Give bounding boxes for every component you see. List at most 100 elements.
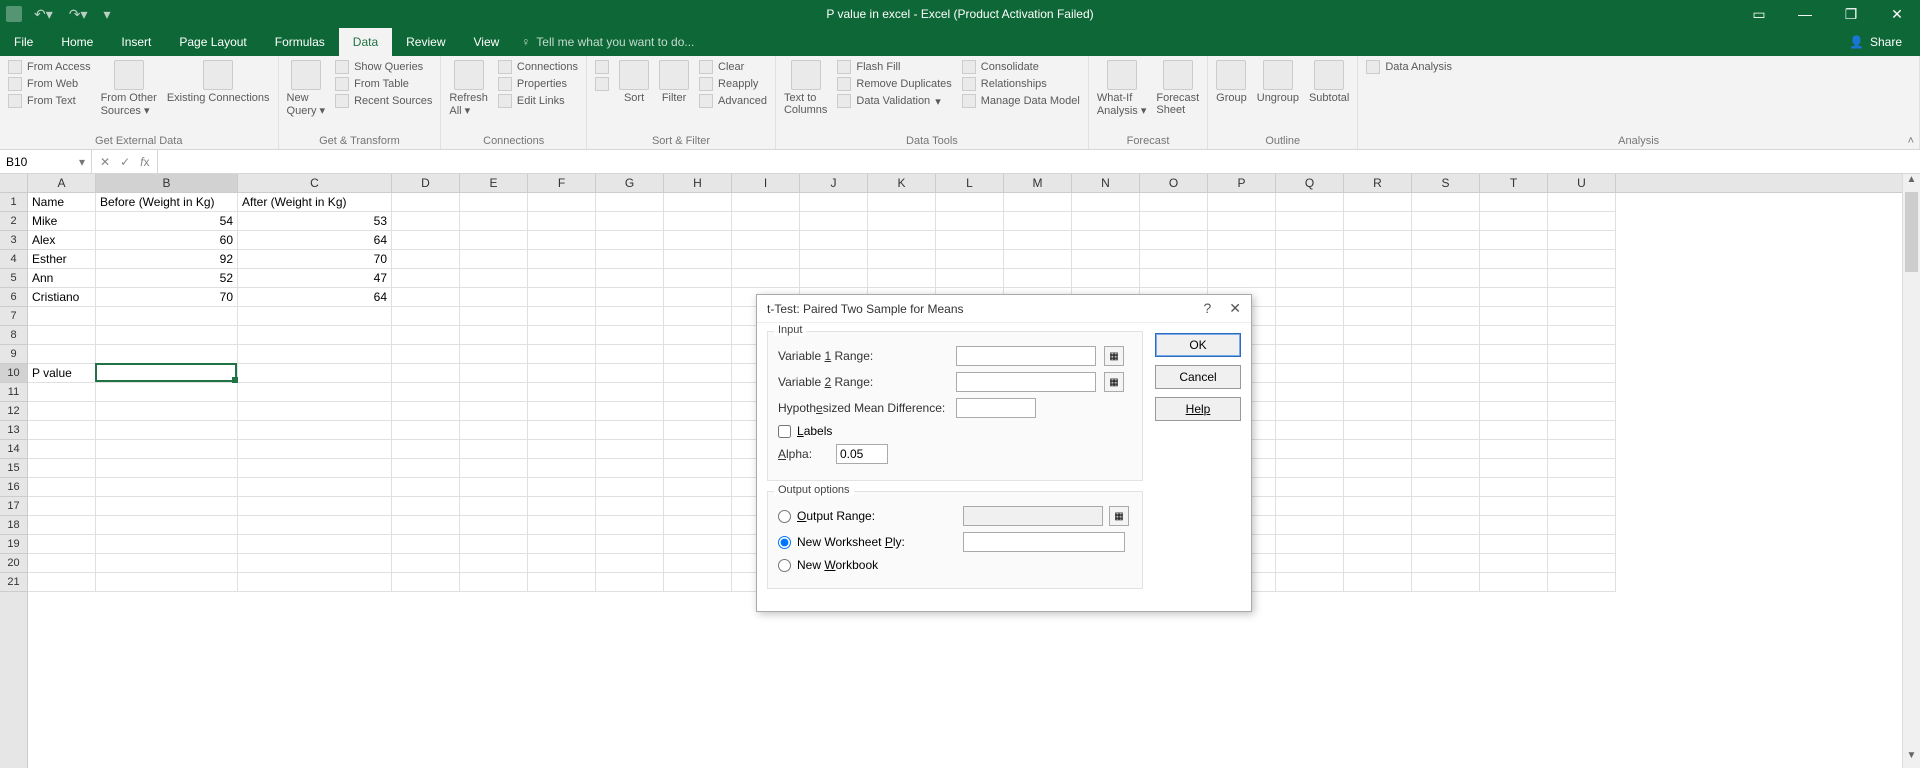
cell-C8[interactable] [238,326,392,345]
labels-checkbox[interactable] [778,425,791,438]
cell-A9[interactable] [28,345,96,364]
cell-U4[interactable] [1548,250,1616,269]
cell-I5[interactable] [732,269,800,288]
cell-F13[interactable] [528,421,596,440]
tab-view[interactable]: View [460,28,514,56]
cell-A12[interactable] [28,402,96,421]
cell-U3[interactable] [1548,231,1616,250]
cell-E9[interactable] [460,345,528,364]
row-header-3[interactable]: 3 [0,231,27,250]
tab-file[interactable]: File [0,28,47,56]
cell-H2[interactable] [664,212,732,231]
cell-G21[interactable] [596,573,664,592]
var1-input[interactable] [956,346,1096,366]
edit-links-button[interactable]: Edit Links [498,94,578,108]
cell-C13[interactable] [238,421,392,440]
cell-T19[interactable] [1480,535,1548,554]
cell-J4[interactable] [800,250,868,269]
cell-Q20[interactable] [1276,554,1344,573]
vertical-scrollbar[interactable]: ▲ ▼ [1902,174,1920,768]
cell-T6[interactable] [1480,288,1548,307]
cell-B18[interactable] [96,516,238,535]
cell-L4[interactable] [936,250,1004,269]
cell-L3[interactable] [936,231,1004,250]
cell-U14[interactable] [1548,440,1616,459]
manage-data-model-button[interactable]: Manage Data Model [962,94,1080,108]
cell-R1[interactable] [1344,193,1412,212]
cell-T15[interactable] [1480,459,1548,478]
cell-B8[interactable] [96,326,238,345]
save-icon[interactable] [6,6,22,22]
cell-F10[interactable] [528,364,596,383]
cell-H7[interactable] [664,307,732,326]
show-queries-button[interactable]: Show Queries [335,60,432,74]
cell-H6[interactable] [664,288,732,307]
cancel-formula-icon[interactable]: ✕ [100,155,110,169]
cell-G20[interactable] [596,554,664,573]
ok-button[interactable]: OK [1155,333,1241,357]
cell-E4[interactable] [460,250,528,269]
cell-D7[interactable] [392,307,460,326]
cell-Q5[interactable] [1276,269,1344,288]
cell-A3[interactable]: Alex [28,231,96,250]
cell-F9[interactable] [528,345,596,364]
cell-I1[interactable] [732,193,800,212]
tab-data[interactable]: Data [339,28,392,56]
cell-U17[interactable] [1548,497,1616,516]
cell-I3[interactable] [732,231,800,250]
data-analysis-button[interactable]: Data Analysis [1366,60,1452,74]
cell-Q9[interactable] [1276,345,1344,364]
row-header-16[interactable]: 16 [0,478,27,497]
cell-S17[interactable] [1412,497,1480,516]
cell-S8[interactable] [1412,326,1480,345]
cell-E12[interactable] [460,402,528,421]
cell-O1[interactable] [1140,193,1208,212]
from-table-button[interactable]: From Table [335,77,432,91]
formula-input[interactable] [158,150,1920,173]
cell-U6[interactable] [1548,288,1616,307]
cell-K2[interactable] [868,212,936,231]
cell-P2[interactable] [1208,212,1276,231]
cell-U16[interactable] [1548,478,1616,497]
column-header-G[interactable]: G [596,174,664,192]
cell-Q19[interactable] [1276,535,1344,554]
row-header-6[interactable]: 6 [0,288,27,307]
cell-T14[interactable] [1480,440,1548,459]
cell-O5[interactable] [1140,269,1208,288]
cell-D6[interactable] [392,288,460,307]
cell-G11[interactable] [596,383,664,402]
qat-customize-icon[interactable]: ▾ [100,6,115,23]
cell-E21[interactable] [460,573,528,592]
cell-H16[interactable] [664,478,732,497]
remove-duplicates-button[interactable]: Remove Duplicates [837,77,951,91]
cell-R13[interactable] [1344,421,1412,440]
chevron-down-icon[interactable]: ▾ [79,155,85,169]
text-to-columns-button[interactable]: Text toColumns [784,60,827,116]
cell-T7[interactable] [1480,307,1548,326]
cell-U5[interactable] [1548,269,1616,288]
cell-H9[interactable] [664,345,732,364]
from-other-sources-button[interactable]: From OtherSources ▾ [101,60,157,117]
cell-R4[interactable] [1344,250,1412,269]
cell-S9[interactable] [1412,345,1480,364]
close-dialog-icon[interactable]: ✕ [1229,300,1241,317]
cell-Q18[interactable] [1276,516,1344,535]
cell-E1[interactable] [460,193,528,212]
cell-U2[interactable] [1548,212,1616,231]
cell-M4[interactable] [1004,250,1072,269]
column-header-Q[interactable]: Q [1276,174,1344,192]
cell-B14[interactable] [96,440,238,459]
cell-R16[interactable] [1344,478,1412,497]
redo-icon[interactable]: ↷▾ [65,6,92,23]
cell-A11[interactable] [28,383,96,402]
row-header-8[interactable]: 8 [0,326,27,345]
cell-D9[interactable] [392,345,460,364]
column-header-I[interactable]: I [732,174,800,192]
collapse-ribbon-icon[interactable]: ˄ [1908,135,1914,147]
var2-input[interactable] [956,372,1096,392]
cell-A17[interactable] [28,497,96,516]
cell-H15[interactable] [664,459,732,478]
reapply-button[interactable]: Reapply [699,77,767,91]
cell-T18[interactable] [1480,516,1548,535]
cell-G9[interactable] [596,345,664,364]
